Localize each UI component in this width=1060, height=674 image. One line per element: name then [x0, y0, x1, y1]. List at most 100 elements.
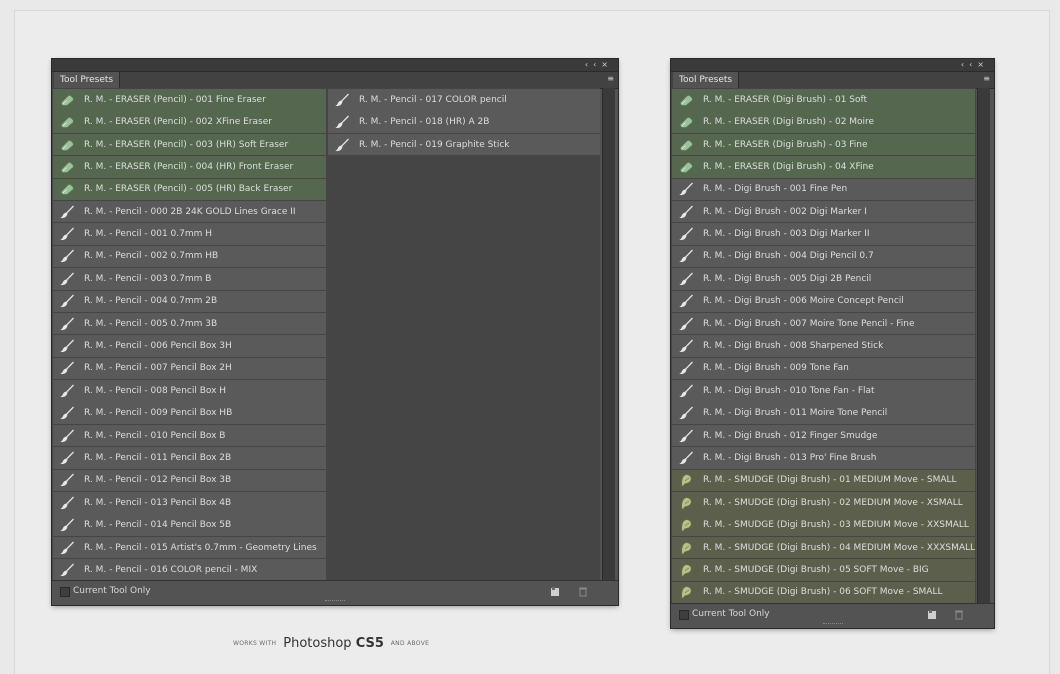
new-preset-icon[interactable] [927, 609, 937, 620]
brush-icon [60, 496, 74, 509]
preset-row[interactable]: R. M. - Digi Brush - 009 Tone Fan [672, 357, 975, 380]
brush-icon [60, 272, 74, 285]
current-tool-only-checkbox[interactable] [679, 610, 689, 620]
brush-icon [679, 451, 693, 465]
preset-row[interactable]: R. M. - Pencil - 001 0.7mm H [53, 223, 326, 245]
preset-row[interactable]: R. M. - Pencil - 015 Artist's 0.7mm - Ge… [53, 536, 326, 559]
preset-row[interactable]: R. M. - ERASER (Pencil) - 005 (HR) Back … [53, 178, 326, 201]
preset-row[interactable]: R. M. - SMUDGE (Digi Brush) - 02 MEDIUM … [672, 492, 975, 514]
brush-icon [60, 518, 74, 532]
preset-row[interactable]: R. M. - Pencil - 013 Pencil Box 4B [53, 492, 326, 514]
preset-row[interactable]: R. M. - SMUDGE (Digi Brush) - 03 MEDIUM … [672, 514, 975, 536]
brush-icon [60, 250, 74, 263]
eraser-icon [679, 161, 693, 173]
collapse-icon[interactable]: ‹‹ [585, 60, 601, 69]
preset-row[interactable]: R. M. - Digi Brush - 008 Sharpened Stick [672, 335, 975, 357]
tab-tool-presets[interactable]: Tool Presets [673, 72, 740, 88]
preset-row[interactable]: R. M. - Pencil - 016 COLOR pencil - MIX [53, 559, 326, 581]
eraser-icon [60, 94, 74, 106]
preset-label: R. M. - Digi Brush - 013 Pro' Fine Brush [703, 453, 877, 463]
preset-row[interactable]: R. M. - Pencil - 019 Graphite Stick [328, 133, 600, 156]
preset-row[interactable]: R. M. - Pencil - 006 Pencil Box 3H [53, 335, 326, 357]
preset-row[interactable]: R. M. - Digi Brush - 013 Pro' Fine Brush [672, 447, 975, 469]
close-icon[interactable]: × [977, 60, 989, 69]
preset-label: R. M. - Digi Brush - 008 Sharpened Stick [703, 341, 884, 352]
preset-row[interactable]: R. M. - SMUDGE (Digi Brush) - 04 MEDIUM … [672, 536, 976, 559]
preset-label: R. M. - ERASER (Pencil) - 003 (HR) Soft … [84, 139, 289, 150]
preset-label: R. M. - Pencil - 006 Pencil Box 3H [84, 341, 232, 352]
preset-row[interactable]: R. M. - Pencil - 012 Pencil Box 3B [53, 469, 326, 492]
preset-label: R. M. - Pencil - 010 Pencil Box B [84, 430, 226, 441]
preset-label: R. M. - SMUDGE (Digi Brush) - 01 MEDIUM … [703, 475, 957, 486]
preset-row[interactable]: R. M. - Digi Brush - 006 Moire Concept P… [672, 290, 975, 313]
preset-row[interactable]: R. M. - SMUDGE (Digi Brush) - 05 SOFT Mo… [672, 559, 975, 581]
preset-row[interactable]: R. M. - ERASER (Digi Brush) - 01 Soft [672, 89, 975, 111]
preset-label: R. M. - SMUDGE (Digi Brush) - 04 MEDIUM … [703, 542, 976, 553]
preset-row[interactable]: R. M. - Pencil - 018 (HR) A 2B [328, 111, 600, 133]
scrollbar[interactable] [977, 88, 990, 604]
preset-row[interactable]: R. M. - Digi Brush - 010 Tone Fan - Flat [672, 380, 975, 402]
preset-label: R. M. - Pencil - 013 Pencil Box 4B [84, 497, 232, 508]
preset-row[interactable]: R. M. - ERASER (Pencil) - 003 (HR) Soft … [53, 133, 326, 156]
preset-label: R. M. - Pencil - 017 COLOR pencil [359, 94, 507, 105]
preset-row[interactable]: R. M. - ERASER (Digi Brush) - 04 XFine [672, 156, 975, 178]
preset-row[interactable]: R. M. - Pencil - 014 Pencil Box 5B [53, 514, 326, 536]
new-preset-icon[interactable] [550, 586, 560, 597]
preset-row[interactable]: R. M. - ERASER (Pencil) - 001 Fine Erase… [53, 89, 326, 111]
preset-row[interactable]: R. M. - Digi Brush - 007 Moire Tone Penc… [672, 312, 975, 335]
brush-icon [679, 294, 693, 308]
preset-row[interactable]: R. M. - Pencil - 008 Pencil Box H [53, 380, 326, 402]
brush-icon [60, 339, 74, 353]
preset-row[interactable]: R. M. - ERASER (Digi Brush) - 02 Moire [672, 111, 975, 133]
scrollbar[interactable] [602, 88, 615, 581]
preset-row[interactable]: R. M. - Pencil - 000 2B 24K GOLD Lines G… [53, 200, 326, 223]
preset-row[interactable]: R. M. - Pencil - 007 Pencil Box 2H [53, 357, 326, 380]
preset-row[interactable]: R. M. - Digi Brush - 011 Moire Tone Penc… [672, 402, 975, 424]
preset-row[interactable]: R. M. - Pencil - 002 0.7mm HB [53, 245, 326, 268]
preset-row[interactable]: R. M. - ERASER (Digi Brush) - 03 Fine [672, 133, 975, 156]
preset-row[interactable]: R. M. - Digi Brush - 001 Fine Pen [672, 178, 975, 201]
preset-row[interactable]: R. M. - Pencil - 004 0.7mm 2B [53, 290, 326, 313]
trash-icon[interactable] [954, 609, 964, 620]
preset-row[interactable]: R. M. - Digi Brush - 004 Digi Pencil 0.7 [672, 245, 975, 268]
smudge-finger-icon [681, 519, 692, 532]
collapse-icon[interactable]: ‹‹ [961, 60, 977, 69]
preset-row[interactable]: R. M. - Pencil - 011 Pencil Box 2B [53, 447, 326, 469]
resize-grip[interactable] [325, 600, 345, 604]
preset-label: R. M. - Digi Brush - 003 Digi Marker II [703, 229, 870, 240]
panel-menu-icon[interactable]: ≡ [983, 74, 990, 83]
panel-tabbar: Tool Presets ≡ [52, 72, 618, 89]
current-tool-only-checkbox[interactable] [60, 587, 70, 597]
preset-label: R. M. - Pencil - 019 Graphite Stick [359, 139, 510, 150]
tab-tool-presets[interactable]: Tool Presets [54, 72, 121, 88]
panel-menu-icon[interactable]: ≡ [607, 74, 614, 83]
preset-row[interactable]: R. M. - SMUDGE (Digi Brush) - 06 SOFT Mo… [672, 581, 975, 604]
preset-label: R. M. - SMUDGE (Digi Brush) - 02 MEDIUM … [703, 497, 963, 508]
brush-icon [60, 317, 74, 330]
preset-row[interactable]: R. M. - ERASER (Pencil) - 002 XFine Eras… [53, 111, 326, 133]
preset-row[interactable]: R. M. - Pencil - 003 0.7mm B [53, 268, 326, 290]
brush-icon [679, 317, 693, 330]
preset-label: R. M. - Pencil - 011 Pencil Box 2B [84, 453, 232, 463]
preset-label: R. M. - Digi Brush - 004 Digi Pencil 0.7 [703, 251, 874, 262]
preset-label: R. M. - Pencil - 007 Pencil Box 2H [84, 363, 232, 374]
preset-row[interactable]: R. M. - Digi Brush - 002 Digi Marker I [672, 200, 975, 223]
preset-row[interactable]: R. M. - Digi Brush - 012 Finger Smudge [672, 424, 975, 447]
preset-row[interactable]: R. M. - ERASER (Pencil) - 004 (HR) Front… [53, 156, 326, 178]
preset-label: R. M. - Pencil - 015 Artist's 0.7mm - Ge… [84, 542, 317, 553]
brush-icon [60, 406, 74, 420]
preset-row[interactable]: R. M. - Digi Brush - 005 Digi 2B Pencil [672, 268, 975, 290]
brush-icon [60, 541, 74, 554]
preset-row[interactable]: R. M. - SMUDGE (Digi Brush) - 01 MEDIUM … [672, 469, 975, 492]
tool-presets-panel-right: ‹‹× Tool Presets ≡ R. M. - ERASER (Digi … [671, 59, 994, 628]
brush-icon [60, 563, 74, 577]
preset-row[interactable]: R. M. - Digi Brush - 003 Digi Marker II [672, 223, 975, 245]
close-icon[interactable]: × [601, 60, 613, 69]
preset-column-1: R. M. - ERASER (Digi Brush) - 01 Soft R. … [672, 89, 975, 604]
trash-icon[interactable] [578, 586, 588, 597]
preset-row[interactable]: R. M. - Pencil - 005 0.7mm 3B [53, 312, 326, 335]
resize-grip[interactable] [822, 623, 843, 627]
preset-row[interactable]: R. M. - Pencil - 009 Pencil Box HB [53, 402, 326, 424]
preset-row[interactable]: R. M. - Pencil - 017 COLOR pencil [328, 89, 600, 111]
preset-row[interactable]: R. M. - Pencil - 010 Pencil Box B [53, 424, 326, 447]
